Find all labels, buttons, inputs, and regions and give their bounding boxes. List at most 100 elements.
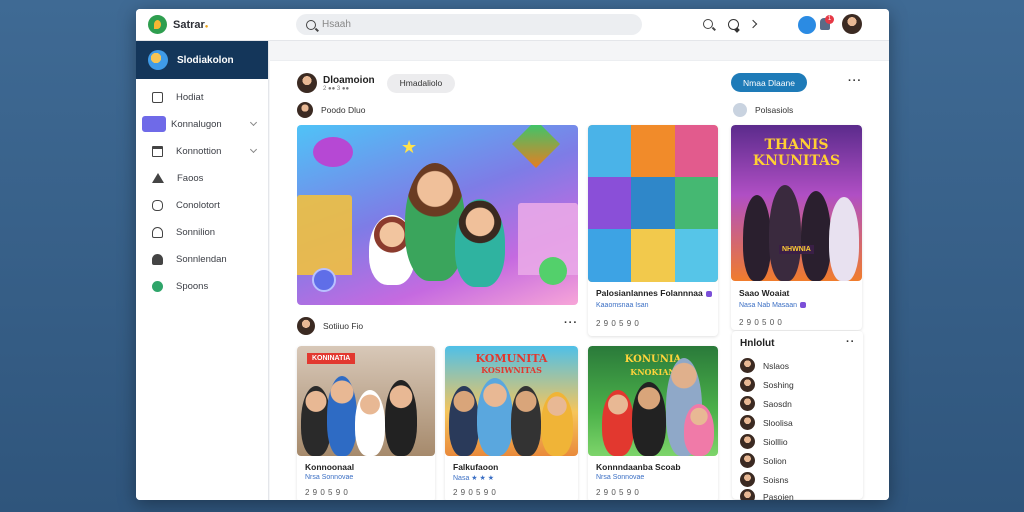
post-caption: Saao Woaiat	[739, 288, 790, 298]
friend-item[interactable]: Pasoien	[740, 489, 794, 500]
featured-post-image[interactable]: ★	[297, 125, 578, 305]
sidebar-item-hodiat[interactable]: Hodiat	[142, 87, 264, 107]
search-input[interactable]	[322, 19, 622, 30]
kite-shape	[511, 125, 561, 169]
crowd-figure	[801, 191, 831, 281]
banner-title: KONUNIA	[624, 354, 682, 365]
person-figure	[684, 404, 714, 456]
author-avatar	[297, 317, 315, 335]
group-tag-button[interactable]: Hmadaliolo	[386, 73, 456, 93]
join-button[interactable]: Nmaa Dlaane	[731, 73, 807, 92]
post-caption-text: Palosianlannes Folannnaa	[596, 288, 703, 298]
friend-name: Nslaos	[763, 360, 789, 371]
collage-cell	[588, 229, 631, 282]
globe-icon	[148, 50, 168, 70]
post-card[interactable]: KONINATIA Konnoonaal Nrsa Sonnovae 2 9 0…	[297, 346, 435, 500]
collage-image	[588, 125, 718, 282]
banner-title: THANIS KNUNITAS	[752, 137, 841, 169]
friend-name: Soisns	[763, 474, 789, 485]
collage-cell	[588, 125, 631, 177]
friend-avatar	[740, 453, 755, 468]
post-author-row[interactable]: Poodo Dluo	[297, 102, 365, 118]
collage-cell	[588, 177, 631, 229]
sidebar-item-label: Konnalugon	[171, 118, 222, 130]
friend-name: Solion	[763, 455, 787, 466]
verified-icon	[705, 290, 712, 297]
logo-icon	[148, 15, 167, 34]
app-badge-icon	[312, 268, 336, 292]
person-figure	[355, 390, 385, 456]
person-figure	[511, 386, 541, 456]
friend-item[interactable]: Soisns	[740, 472, 789, 487]
group-photo-image: KONUNIA KNOKIAN	[588, 346, 718, 456]
sidebar-item-sonnlendan[interactable]: Sonnlendan	[142, 249, 264, 269]
post-meta: Nasa Nab Masaan	[739, 302, 806, 309]
star-icon	[142, 116, 166, 132]
friend-item[interactable]: Soshing	[740, 377, 794, 392]
group-name[interactable]: Dloamoion	[323, 75, 375, 86]
collage-cell	[631, 177, 675, 229]
post-stats: 2 9 0 5 9 0	[596, 488, 640, 497]
banner-subtitle: KNOKIAN	[630, 367, 676, 377]
author-avatar	[297, 102, 313, 118]
more-options-icon[interactable]: ···	[564, 317, 578, 329]
post-card[interactable]: Palosianlannes Folannnaa Kaaomsnaa Isan …	[588, 125, 718, 336]
post-stats: 2 9 0 5 0 0	[739, 318, 783, 327]
messenger-icon[interactable]	[798, 16, 816, 34]
post-caption: Konnndaanba Scoab	[596, 462, 681, 472]
collage-cell	[675, 125, 718, 177]
friend-item[interactable]: Solion	[740, 453, 787, 468]
sidebar-item-sonnilion[interactable]: Sonnilion	[142, 222, 264, 242]
sidebar-item-label: Spoons	[176, 280, 209, 292]
post-author-row[interactable]: Sotiiuo Fio	[297, 317, 363, 335]
banner-small-sign: NHWNIA	[779, 245, 814, 254]
post-card[interactable]: KONUNIA KNOKIAN Konnndaanba Scoab Nrsa S…	[588, 346, 718, 500]
more-options-icon[interactable]: ···	[848, 75, 862, 87]
sidebar-item-conolotort[interactable]: Conolotort	[142, 195, 264, 215]
sidebar-item-label: Sonnilion	[176, 226, 216, 238]
group-avatar[interactable]	[297, 73, 317, 93]
sidebar-item-faoos[interactable]: Faoos	[142, 168, 264, 188]
friend-item[interactable]: Sloolisa	[740, 415, 793, 430]
post-meta: Nrsa Sonnovae	[305, 474, 354, 481]
sidebar-item-spoons[interactable]: Spoons	[142, 276, 264, 296]
banner-title: KONINATIA	[307, 353, 356, 364]
person-figure	[541, 392, 573, 456]
person-figure	[449, 386, 479, 456]
user-avatar[interactable]	[842, 14, 862, 34]
app-logo[interactable]: Satrar●	[148, 15, 208, 34]
collage-cell	[675, 229, 718, 282]
friend-item[interactable]: Siolllio	[740, 434, 788, 449]
notifications-icon[interactable]: 1	[820, 15, 834, 30]
post-caption: Palosianlannes Folannnaa	[596, 288, 712, 298]
friend-avatar	[740, 358, 755, 373]
person-figure	[632, 382, 666, 456]
side-user-row[interactable]: Polsasiols	[733, 103, 793, 117]
chevron-right-icon[interactable]	[748, 19, 758, 29]
more-options-icon[interactable]: ··	[846, 336, 855, 348]
friend-name: Sloolisa	[763, 417, 793, 428]
sidebar-item-konnottion[interactable]: Konnottion	[142, 141, 264, 161]
search-bar[interactable]	[296, 14, 642, 35]
friend-name: Siolllio	[763, 436, 788, 447]
post-stats: 2 9 0 5 9 0	[305, 488, 349, 497]
post-card[interactable]: KOMUNITA KOSIWNITAS Falkufaoon Nasa ★ ★ …	[445, 346, 578, 500]
chat-icon[interactable]	[728, 19, 739, 30]
person-figure	[385, 380, 417, 456]
friend-avatar	[740, 415, 755, 430]
post-meta: Nasa ★ ★ ★	[453, 475, 495, 482]
sidebar-item-konnalugon[interactable]: Konnalugon	[142, 114, 264, 134]
post-caption: Falkufaoon	[453, 462, 499, 472]
friend-item[interactable]: Nslaos	[740, 358, 789, 373]
friend-item[interactable]: Saosdn	[740, 396, 792, 411]
sidebar: Slodiakolon Hodiat Konnalugon Konnottion…	[136, 41, 269, 500]
post-stats: 2 9 0 5 9 0	[596, 319, 640, 328]
post-stats: 2 9 0 5 9 0	[453, 488, 497, 497]
banner-subtitle: KOSIWNITAS	[481, 365, 542, 375]
top-bar: Satrar● 1	[136, 9, 889, 41]
post-card[interactable]: THANIS KNUNITAS NHWNIA Saao Woaiat Nasa …	[731, 125, 862, 330]
collage-cell	[675, 177, 718, 229]
sub-toolbar	[270, 41, 889, 61]
search-icon[interactable]	[703, 19, 713, 29]
sidebar-header[interactable]: Slodiakolon	[136, 41, 268, 79]
